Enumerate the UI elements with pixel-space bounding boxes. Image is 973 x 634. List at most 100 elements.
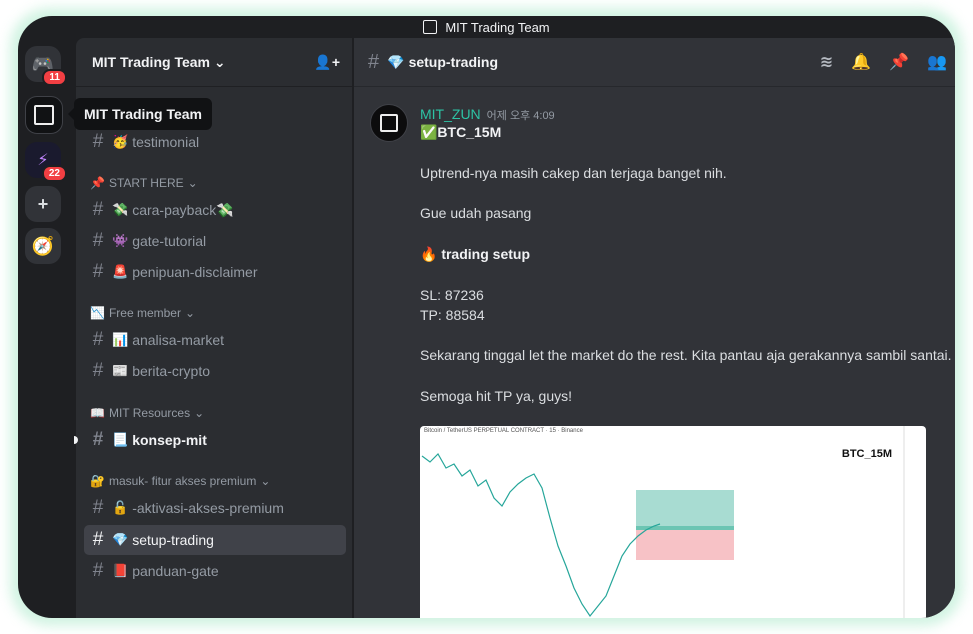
hash-icon: # — [92, 261, 104, 282]
hash-icon: # — [92, 497, 104, 518]
message-line: Sekarang tinggal let the market do the r… — [420, 347, 952, 363]
guild-header[interactable]: MIT Trading Team ⌄ 👤+ — [76, 38, 352, 87]
compass-icon: 🧭 — [31, 235, 55, 256]
server-list: 🎮 11 ⚡ 22 + 🧭 — [18, 38, 74, 618]
channel-label: setup-trading — [132, 532, 214, 548]
channel-cara-payback[interactable]: # 💸 cara-payback💸 — [84, 195, 346, 225]
hash-icon: # — [92, 131, 104, 152]
attached-chart-image[interactable]: Bitcoin / TetherUS PERPETUAL CONTRACT · … — [420, 426, 926, 618]
direct-messages-button[interactable]: 🎮 11 — [25, 46, 67, 86]
channel-emoji: 🥳 — [112, 134, 129, 149]
author-name[interactable]: MIT_ZUN — [420, 106, 481, 122]
discover-button[interactable]: 🧭 — [25, 228, 61, 264]
channel-header: # 💎 setup-trading ≋ 🔔 📌 👥 — [354, 38, 955, 87]
channel-testimonial[interactable]: # 🥳 testimonial — [84, 127, 346, 157]
channel-title: setup-trading — [408, 54, 499, 70]
channel-label: analisa-market — [132, 332, 225, 348]
category-label: Free member — [108, 306, 181, 320]
hash-icon: # — [368, 50, 380, 73]
header-toolbar: ≋ 🔔 📌 👥 — [820, 52, 947, 72]
category-label: START HERE — [108, 176, 184, 190]
stop-loss: SL: 87236 — [420, 287, 484, 303]
channel-aktivasi-akses-premium[interactable]: # 🔓 -aktivasi-akses-premium — [84, 493, 346, 523]
mit-logo-icon — [34, 105, 54, 125]
server-mit-trading-team[interactable] — [25, 96, 63, 134]
channel-emoji: 💸 — [112, 202, 129, 217]
candlestick-chart — [421, 426, 905, 618]
chevron-down-icon: ⌄ — [187, 176, 198, 190]
timestamp: 어제 오후 4:09 — [486, 110, 555, 122]
channel-label: penipuan-disclaimer — [132, 264, 258, 280]
unread-indicator — [74, 436, 78, 444]
category-start-here[interactable]: 📌 START HERE ⌄ — [90, 176, 198, 190]
guild-name: MIT Trading Team — [92, 53, 210, 70]
take-profit-zone — [636, 490, 734, 528]
category-mit-resources[interactable]: 📖 MIT Resources ⌄ — [90, 406, 204, 420]
avatar[interactable] — [370, 104, 408, 142]
hash-icon: # — [92, 329, 104, 350]
server-tooltip: MIT Trading Team — [68, 98, 212, 130]
members-icon[interactable]: 👥 — [927, 52, 947, 72]
server-other[interactable]: ⚡ 22 — [25, 142, 67, 182]
channel-emoji: 📰 — [112, 363, 129, 378]
add-member-icon[interactable]: 👤+ — [314, 54, 340, 71]
hash-icon: # — [92, 560, 104, 581]
message-line: Gue udah pasang — [420, 205, 532, 221]
channel-emoji: 🔓 — [112, 500, 129, 515]
channel-berita-crypto[interactable]: # 📰 berita-crypto — [84, 356, 346, 386]
hash-icon: # — [92, 199, 104, 220]
channel-emoji: 📊 — [112, 332, 129, 347]
bell-icon[interactable]: 🔔 — [851, 52, 871, 72]
channel-emoji: 📃 — [112, 432, 129, 447]
channel-emoji: 💎 — [387, 53, 405, 70]
chevron-down-icon: ⌄ — [184, 306, 196, 320]
channel-label: testimonial — [132, 134, 200, 150]
channel-emoji: 👾 — [112, 233, 129, 248]
stop-loss-zone — [636, 528, 734, 560]
category-label: MIT Resources — [108, 406, 191, 420]
channel-panduan-gate[interactable]: # 📕 panduan-gate — [84, 556, 346, 586]
channel-label: konsep-mit — [132, 432, 207, 448]
hash-icon: # — [92, 360, 104, 381]
add-server-button[interactable]: + — [25, 186, 61, 222]
window-title: MIT Trading Team — [445, 19, 550, 35]
chat-area: # 💎 setup-trading ≋ 🔔 📌 👥 MIT_ZUN 어제 오후 4… — [354, 38, 955, 618]
message-body: MIT_ZUN 어제 오후 4:09 ✅BTC_15M Uptrend-nya m… — [420, 104, 955, 424]
server-logo-icon — [423, 20, 438, 34]
plus-icon: + — [37, 193, 49, 214]
take-profit: TP: 88584 — [420, 307, 485, 323]
message-line: Uptrend-nya masih cakep dan terjaga bang… — [420, 165, 727, 181]
channel-label: -aktivasi-akses-premium — [132, 500, 284, 516]
channel-penipuan-disclaimer[interactable]: # 🚨 penipuan-disclaimer — [84, 257, 346, 287]
channel-emoji: 🚨 — [112, 264, 129, 279]
message-line: Semoga hit TP ya, guys! — [420, 388, 573, 404]
category-emoji: 📖 — [90, 406, 105, 420]
chevron-down-icon: ⌄ — [213, 53, 226, 70]
server-badge: 22 — [41, 165, 67, 182]
category-free-member[interactable]: 📉 Free member ⌄ — [90, 306, 195, 320]
chevron-down-icon: ⌄ — [194, 406, 205, 420]
category-emoji: 📉 — [90, 306, 105, 320]
channel-setup-trading[interactable]: # 💎 setup-trading — [84, 525, 346, 555]
channel-konsep-mit[interactable]: # 📃 konsep-mit — [74, 425, 346, 455]
dm-badge: 11 — [42, 69, 67, 86]
setup-heading: 🔥 trading setup — [420, 246, 530, 262]
category-masuk-fitur[interactable]: 🔐 masuk- fitur akses premium ⌄ — [90, 474, 270, 488]
channel-label: panduan-gate — [132, 563, 219, 579]
pin-icon[interactable]: 📌 — [889, 52, 909, 72]
category-label: masuk- fitur akses premium — [108, 474, 257, 488]
channel-label: gate-tutorial — [132, 233, 207, 249]
hash-icon: # — [92, 429, 104, 450]
chevron-down-icon: ⌄ — [260, 474, 271, 488]
channel-label: cara-payback💸 — [132, 201, 234, 218]
channel-analisa-market[interactable]: # 📊 analisa-market — [84, 325, 346, 355]
category-emoji: 📌 — [90, 176, 105, 190]
price-line — [421, 453, 661, 618]
channel-gate-tutorial[interactable]: # 👾 gate-tutorial — [84, 226, 346, 256]
threads-icon[interactable]: ≋ — [820, 52, 833, 72]
message-title: ✅BTC_15M — [420, 124, 502, 140]
channel-label: berita-crypto — [132, 363, 210, 379]
hash-icon: # — [92, 230, 104, 251]
category-emoji: 🔐 — [90, 474, 105, 488]
hash-icon: # — [92, 529, 104, 550]
